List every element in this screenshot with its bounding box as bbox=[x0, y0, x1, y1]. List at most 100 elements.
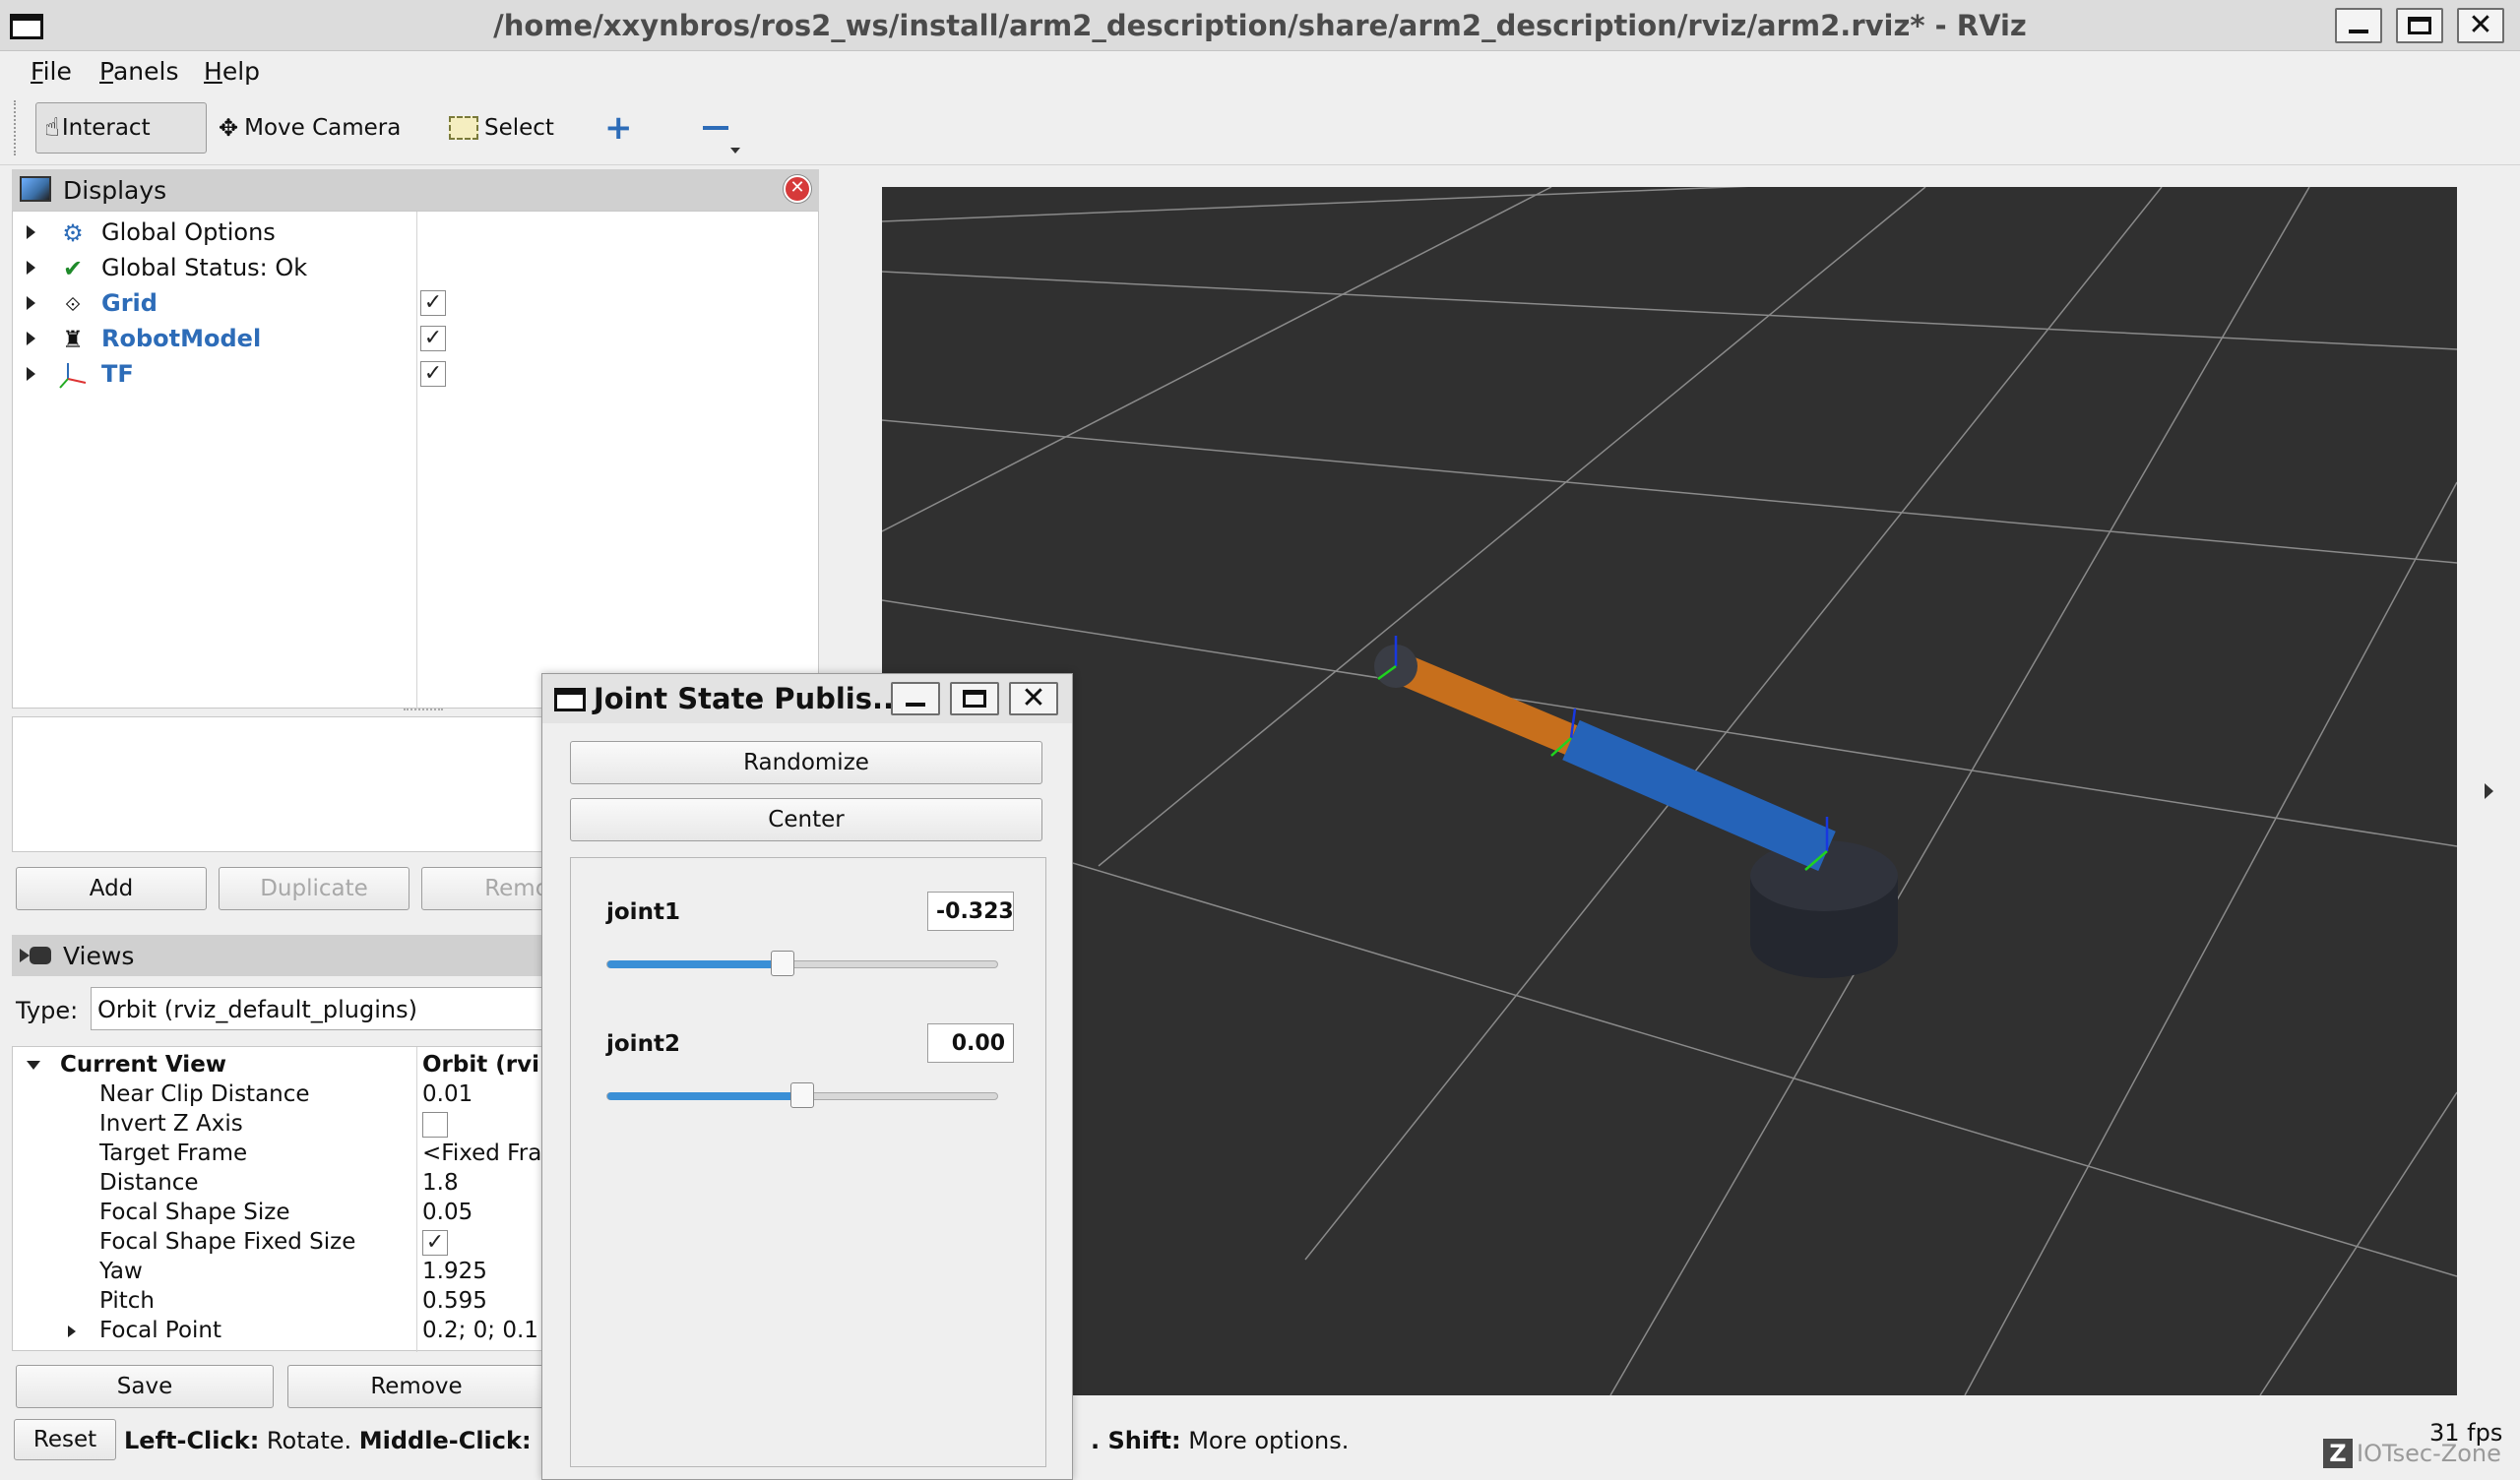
move-camera-tool-button[interactable]: ✥ Move Camera bbox=[211, 102, 409, 154]
center-button[interactable]: Center bbox=[570, 798, 1042, 841]
plus-icon: + bbox=[604, 108, 633, 148]
invert-z-checkbox[interactable] bbox=[422, 1112, 448, 1138]
remove-label: Remove bbox=[370, 1374, 463, 1399]
view-type-label: Type: bbox=[16, 997, 79, 1024]
focal-shape-fixed-size-checkbox[interactable]: ✓ bbox=[422, 1230, 448, 1256]
joint1-slider[interactable] bbox=[606, 951, 998, 976]
grid-enable-checkbox[interactable]: ✓ bbox=[420, 290, 446, 316]
property-key: Target Frame bbox=[99, 1141, 248, 1166]
window-icon bbox=[554, 688, 586, 711]
tf-enable-checkbox[interactable]: ✓ bbox=[420, 361, 446, 387]
expand-arrow-icon[interactable] bbox=[27, 261, 35, 275]
property-value[interactable]: 1.925 bbox=[422, 1259, 487, 1284]
robot-icon: ♜ bbox=[62, 326, 84, 353]
randomize-button[interactable]: Randomize bbox=[570, 741, 1042, 784]
jsp-minimize-button[interactable] bbox=[891, 682, 940, 715]
current-view-value: Orbit (rvi bbox=[422, 1052, 539, 1078]
expand-arrow-icon[interactable] bbox=[27, 367, 35, 381]
display-item-tf[interactable]: TF ✓ bbox=[13, 357, 818, 393]
display-item-label: Global Options bbox=[101, 218, 276, 246]
displays-panel-header: Displays ✕ bbox=[12, 169, 819, 211]
maximize-button[interactable] bbox=[2396, 8, 2443, 43]
property-value[interactable]: 0.595 bbox=[422, 1288, 487, 1314]
move-camera-icon: ✥ bbox=[219, 114, 239, 142]
menu-bar: File Panels Help bbox=[0, 51, 2520, 91]
status-hint-right: . Shift: More options. bbox=[1091, 1427, 1350, 1454]
view-type-select[interactable]: Orbit (rviz_default_plugins) bbox=[91, 987, 583, 1030]
collapse-arrow-icon[interactable] bbox=[27, 1061, 40, 1070]
select-tool-button[interactable]: Select bbox=[441, 102, 562, 154]
jsp-title: Joint State Publis... bbox=[594, 682, 906, 715]
close-icon: ✕ bbox=[2468, 8, 2493, 42]
window-title-bar: /home/xxynbros/ros2_ws/install/arm2_desc… bbox=[0, 0, 2520, 51]
reset-label: Reset bbox=[32, 1427, 97, 1452]
display-item-grid[interactable]: ⟐ Grid ✓ bbox=[13, 286, 818, 322]
joint2-value-field[interactable]: 0.00 bbox=[927, 1023, 1014, 1063]
joint-state-publisher-window: Joint State Publis... ✕ Randomize Center… bbox=[541, 673, 1073, 1480]
jsp-title-bar[interactable]: Joint State Publis... ✕ bbox=[542, 674, 1072, 723]
property-value[interactable]: 0.01 bbox=[422, 1081, 472, 1107]
render-viewport[interactable] bbox=[881, 156, 2458, 1396]
minimize-button[interactable] bbox=[2335, 8, 2382, 43]
expand-right-panel-icon[interactable] bbox=[2485, 783, 2493, 799]
interact-tool-button[interactable]: ☝ Interact bbox=[35, 102, 207, 154]
gear-icon: ⚙ bbox=[62, 219, 84, 247]
interact-label: Interact bbox=[61, 115, 151, 141]
expand-arrow-icon[interactable] bbox=[27, 332, 35, 345]
property-value[interactable]: 1.8 bbox=[422, 1170, 459, 1196]
joint2-label: joint2 bbox=[606, 1031, 680, 1057]
expand-arrow-icon[interactable] bbox=[68, 1326, 76, 1337]
jsp-close-button[interactable]: ✕ bbox=[1009, 682, 1058, 715]
display-item-robotmodel[interactable]: ♜ RobotModel ✓ bbox=[13, 322, 818, 357]
jsp-maximize-button[interactable] bbox=[950, 682, 999, 715]
axes-glyph bbox=[59, 363, 87, 389]
displays-tree: ⚙ Global Options ✔ Global Status: Ok ⟐ G… bbox=[12, 211, 819, 709]
property-value[interactable]: <Fixed Fra bbox=[422, 1141, 541, 1166]
joint2-slider[interactable] bbox=[606, 1082, 998, 1108]
display-item-global-options[interactable]: ⚙ Global Options bbox=[13, 216, 818, 251]
add-tool-button[interactable]: + bbox=[597, 102, 641, 154]
remove-view-button[interactable]: Remove bbox=[287, 1365, 545, 1408]
checkmark-icon: ✔ bbox=[62, 255, 84, 282]
save-view-button[interactable]: Save bbox=[16, 1365, 274, 1408]
menu-help[interactable]: Help bbox=[204, 57, 260, 86]
center-label: Center bbox=[768, 807, 845, 832]
remove-tool-button[interactable] bbox=[695, 102, 736, 154]
minus-icon bbox=[703, 126, 728, 130]
tool-dropdown-arrow-icon[interactable] bbox=[730, 148, 740, 154]
property-value[interactable]: 0.2; 0; 0.1 bbox=[422, 1318, 538, 1343]
camera-icon bbox=[20, 945, 53, 966]
menu-file[interactable]: File bbox=[31, 57, 72, 86]
watermark-logo: Z bbox=[2323, 1439, 2353, 1468]
maximize-icon bbox=[963, 690, 986, 708]
joint1-value-field[interactable]: -0.323 bbox=[927, 892, 1014, 931]
property-value[interactable]: 0.05 bbox=[422, 1200, 472, 1225]
menu-panels[interactable]: Panels bbox=[99, 57, 178, 86]
add-display-button[interactable]: Add bbox=[16, 867, 207, 910]
display-item-label: RobotModel bbox=[101, 325, 262, 352]
joint2-slider-handle[interactable] bbox=[790, 1082, 814, 1108]
duplicate-display-button[interactable]: Duplicate bbox=[219, 867, 410, 910]
current-view-label: Current View bbox=[60, 1052, 227, 1078]
display-item-label: TF bbox=[101, 360, 134, 388]
joint-sliders-group: joint1 -0.323 joint2 0.00 bbox=[570, 857, 1046, 1467]
expand-arrow-icon[interactable] bbox=[27, 296, 35, 310]
display-item-global-status[interactable]: ✔ Global Status: Ok bbox=[13, 251, 818, 286]
close-icon: ✕ bbox=[1021, 681, 1046, 715]
joint1-slider-handle[interactable] bbox=[771, 951, 794, 976]
close-panel-button[interactable]: ✕ bbox=[784, 175, 811, 203]
joint1-slider-fill bbox=[607, 960, 783, 968]
expand-arrow-icon[interactable] bbox=[27, 225, 35, 239]
display-item-label: Global Status: Ok bbox=[101, 254, 308, 281]
reset-button[interactable]: Reset bbox=[14, 1419, 116, 1460]
minimize-icon bbox=[906, 703, 925, 707]
watermark-text: IOTsec-Zone bbox=[2357, 1440, 2501, 1467]
robot-link-blue bbox=[1562, 719, 1836, 872]
watermark: Z IOTsec-Zone bbox=[2323, 1439, 2501, 1468]
add-label: Add bbox=[89, 876, 134, 901]
close-window-button[interactable]: ✕ bbox=[2457, 8, 2504, 43]
robotmodel-enable-checkbox[interactable]: ✓ bbox=[420, 326, 446, 351]
splitter-handle[interactable] bbox=[404, 709, 443, 714]
save-label: Save bbox=[116, 1374, 173, 1399]
property-key: Pitch bbox=[99, 1288, 155, 1314]
